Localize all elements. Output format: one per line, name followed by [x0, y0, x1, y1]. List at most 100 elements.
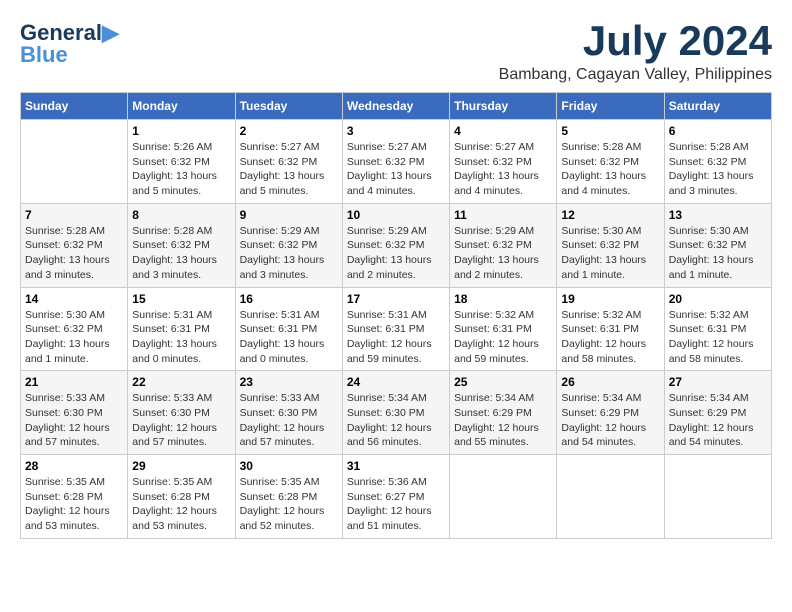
day-cell: 9 Sunrise: 5:29 AMSunset: 6:32 PMDaylight…: [235, 203, 342, 287]
header-row: SundayMondayTuesdayWednesdayThursdayFrid…: [21, 93, 772, 120]
day-number: 7: [25, 208, 123, 222]
day-cell: [664, 455, 771, 539]
day-cell: 7 Sunrise: 5:28 AMSunset: 6:32 PMDaylight…: [21, 203, 128, 287]
day-info: Sunrise: 5:28 AMSunset: 6:32 PMDaylight:…: [561, 140, 659, 199]
day-info: Sunrise: 5:30 AMSunset: 6:32 PMDaylight:…: [25, 308, 123, 367]
column-header-wednesday: Wednesday: [342, 93, 449, 120]
day-cell: [450, 455, 557, 539]
column-header-friday: Friday: [557, 93, 664, 120]
day-number: 26: [561, 375, 659, 389]
day-info: Sunrise: 5:30 AMSunset: 6:32 PMDaylight:…: [669, 224, 767, 283]
day-info: Sunrise: 5:32 AMSunset: 6:31 PMDaylight:…: [561, 308, 659, 367]
day-number: 10: [347, 208, 445, 222]
day-info: Sunrise: 5:35 AMSunset: 6:28 PMDaylight:…: [240, 475, 338, 534]
calendar-table: SundayMondayTuesdayWednesdayThursdayFrid…: [20, 92, 772, 539]
day-cell: 26 Sunrise: 5:34 AMSunset: 6:29 PMDayligh…: [557, 371, 664, 455]
week-row-5: 28 Sunrise: 5:35 AMSunset: 6:28 PMDayligh…: [21, 455, 772, 539]
day-cell: 11 Sunrise: 5:29 AMSunset: 6:32 PMDayligh…: [450, 203, 557, 287]
day-info: Sunrise: 5:31 AMSunset: 6:31 PMDaylight:…: [347, 308, 445, 367]
day-info: Sunrise: 5:29 AMSunset: 6:32 PMDaylight:…: [240, 224, 338, 283]
column-header-tuesday: Tuesday: [235, 93, 342, 120]
day-info: Sunrise: 5:34 AMSunset: 6:29 PMDaylight:…: [454, 391, 552, 450]
day-cell: 17 Sunrise: 5:31 AMSunset: 6:31 PMDayligh…: [342, 287, 449, 371]
week-row-3: 14 Sunrise: 5:30 AMSunset: 6:32 PMDayligh…: [21, 287, 772, 371]
day-info: Sunrise: 5:35 AMSunset: 6:28 PMDaylight:…: [25, 475, 123, 534]
day-info: Sunrise: 5:28 AMSunset: 6:32 PMDaylight:…: [669, 140, 767, 199]
day-info: Sunrise: 5:26 AMSunset: 6:32 PMDaylight:…: [132, 140, 230, 199]
day-cell: 8 Sunrise: 5:28 AMSunset: 6:32 PMDaylight…: [128, 203, 235, 287]
column-header-thursday: Thursday: [450, 93, 557, 120]
day-number: 11: [454, 208, 552, 222]
day-cell: [21, 120, 128, 204]
day-number: 3: [347, 124, 445, 138]
day-cell: 14 Sunrise: 5:30 AMSunset: 6:32 PMDayligh…: [21, 287, 128, 371]
day-cell: 25Sunrise: 5:34 AMSunset: 6:29 PMDayligh…: [450, 371, 557, 455]
day-cell: 31Sunrise: 5:36 AMSunset: 6:27 PMDayligh…: [342, 455, 449, 539]
day-number: 4: [454, 124, 552, 138]
day-number: 24: [347, 375, 445, 389]
day-number: 22: [132, 375, 230, 389]
day-cell: 2Sunrise: 5:27 AMSunset: 6:32 PMDaylight…: [235, 120, 342, 204]
day-number: 6: [669, 124, 767, 138]
week-row-4: 21Sunrise: 5:33 AMSunset: 6:30 PMDayligh…: [21, 371, 772, 455]
logo: General▶ Blue: [20, 20, 119, 68]
day-info: Sunrise: 5:34 AMSunset: 6:29 PMDaylight:…: [669, 391, 767, 450]
day-cell: 23 Sunrise: 5:33 AMSunset: 6:30 PMDayligh…: [235, 371, 342, 455]
month-year-title: July 2024: [499, 20, 772, 62]
location-subtitle: Bambang, Cagayan Valley, Philippines: [499, 66, 772, 84]
day-cell: 20 Sunrise: 5:32 AMSunset: 6:31 PMDayligh…: [664, 287, 771, 371]
day-number: 12: [561, 208, 659, 222]
day-cell: 1 Sunrise: 5:26 AMSunset: 6:32 PMDaylight…: [128, 120, 235, 204]
day-number: 9: [240, 208, 338, 222]
day-cell: 22Sunrise: 5:33 AMSunset: 6:30 PMDayligh…: [128, 371, 235, 455]
day-info: Sunrise: 5:28 AMSunset: 6:32 PMDaylight:…: [25, 224, 123, 283]
day-info: Sunrise: 5:34 AMSunset: 6:29 PMDaylight:…: [561, 391, 659, 450]
day-cell: 24 Sunrise: 5:34 AMSunset: 6:30 PMDayligh…: [342, 371, 449, 455]
day-info: Sunrise: 5:29 AMSunset: 6:32 PMDaylight:…: [454, 224, 552, 283]
day-info: Sunrise: 5:33 AMSunset: 6:30 PMDaylight:…: [240, 391, 338, 450]
day-cell: 19Sunrise: 5:32 AMSunset: 6:31 PMDayligh…: [557, 287, 664, 371]
day-number: 27: [669, 375, 767, 389]
day-cell: 10 Sunrise: 5:29 AMSunset: 6:32 PMDayligh…: [342, 203, 449, 287]
day-info: Sunrise: 5:32 AMSunset: 6:31 PMDaylight:…: [669, 308, 767, 367]
day-number: 18: [454, 292, 552, 306]
day-info: Sunrise: 5:31 AMSunset: 6:31 PMDaylight:…: [240, 308, 338, 367]
day-cell: 16Sunrise: 5:31 AMSunset: 6:31 PMDayligh…: [235, 287, 342, 371]
day-number: 8: [132, 208, 230, 222]
day-cell: 30 Sunrise: 5:35 AMSunset: 6:28 PMDayligh…: [235, 455, 342, 539]
day-info: Sunrise: 5:28 AMSunset: 6:32 PMDaylight:…: [132, 224, 230, 283]
day-cell: 6 Sunrise: 5:28 AMSunset: 6:32 PMDaylight…: [664, 120, 771, 204]
day-cell: [557, 455, 664, 539]
day-number: 1: [132, 124, 230, 138]
day-info: Sunrise: 5:34 AMSunset: 6:30 PMDaylight:…: [347, 391, 445, 450]
day-number: 31: [347, 459, 445, 473]
day-number: 20: [669, 292, 767, 306]
day-cell: 29 Sunrise: 5:35 AMSunset: 6:28 PMDayligh…: [128, 455, 235, 539]
week-row-2: 7 Sunrise: 5:28 AMSunset: 6:32 PMDaylight…: [21, 203, 772, 287]
day-info: Sunrise: 5:30 AMSunset: 6:32 PMDaylight:…: [561, 224, 659, 283]
day-cell: 4Sunrise: 5:27 AMSunset: 6:32 PMDaylight…: [450, 120, 557, 204]
day-info: Sunrise: 5:32 AMSunset: 6:31 PMDaylight:…: [454, 308, 552, 367]
day-number: 23: [240, 375, 338, 389]
day-number: 30: [240, 459, 338, 473]
day-number: 13: [669, 208, 767, 222]
day-info: Sunrise: 5:29 AMSunset: 6:32 PMDaylight:…: [347, 224, 445, 283]
day-info: Sunrise: 5:35 AMSunset: 6:28 PMDaylight:…: [132, 475, 230, 534]
day-cell: 27 Sunrise: 5:34 AMSunset: 6:29 PMDayligh…: [664, 371, 771, 455]
day-number: 29: [132, 459, 230, 473]
day-cell: 28 Sunrise: 5:35 AMSunset: 6:28 PMDayligh…: [21, 455, 128, 539]
logo-blue: Blue: [20, 42, 68, 68]
column-header-monday: Monday: [128, 93, 235, 120]
day-number: 14: [25, 292, 123, 306]
day-number: 28: [25, 459, 123, 473]
day-number: 17: [347, 292, 445, 306]
column-header-saturday: Saturday: [664, 93, 771, 120]
day-info: Sunrise: 5:31 AMSunset: 6:31 PMDaylight:…: [132, 308, 230, 367]
day-info: Sunrise: 5:33 AMSunset: 6:30 PMDaylight:…: [25, 391, 123, 450]
day-number: 5: [561, 124, 659, 138]
day-cell: 15 Sunrise: 5:31 AMSunset: 6:31 PMDayligh…: [128, 287, 235, 371]
day-cell: 13 Sunrise: 5:30 AMSunset: 6:32 PMDayligh…: [664, 203, 771, 287]
day-info: Sunrise: 5:27 AMSunset: 6:32 PMDaylight:…: [347, 140, 445, 199]
column-header-sunday: Sunday: [21, 93, 128, 120]
day-number: 15: [132, 292, 230, 306]
